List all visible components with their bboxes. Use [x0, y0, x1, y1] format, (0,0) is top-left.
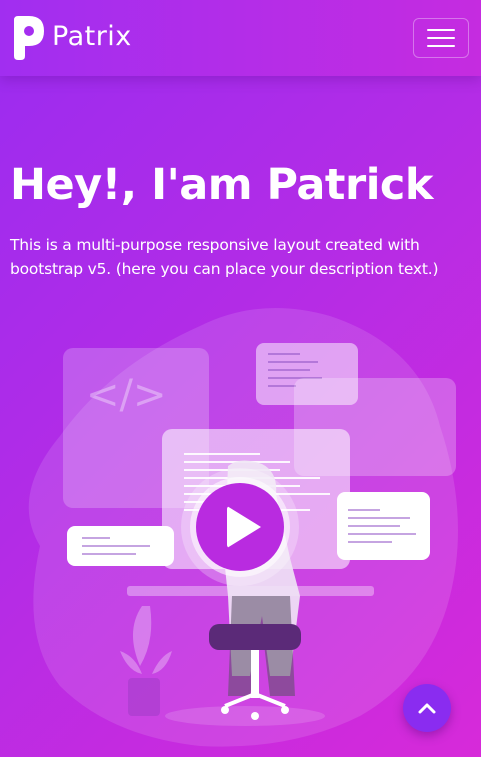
hero-title: Hey!, I'am Patrick: [10, 160, 434, 210]
svg-text:</>: </>: [86, 372, 167, 418]
brand-name: Patrix: [52, 21, 132, 52]
video-play-button[interactable]: [181, 468, 299, 586]
menu-toggle-button[interactable]: [413, 18, 469, 58]
back-to-top-button[interactable]: [403, 684, 451, 732]
hero-description: This is a multi-purpose responsive layou…: [10, 236, 439, 278]
patrix-logo-icon: [14, 16, 44, 60]
navbar: Patrix: [0, 0, 481, 76]
play-icon: [227, 506, 261, 548]
chevron-up-icon: [418, 703, 436, 714]
hamburger-menu-icon: [427, 29, 455, 31]
chair-seat: [209, 624, 301, 650]
